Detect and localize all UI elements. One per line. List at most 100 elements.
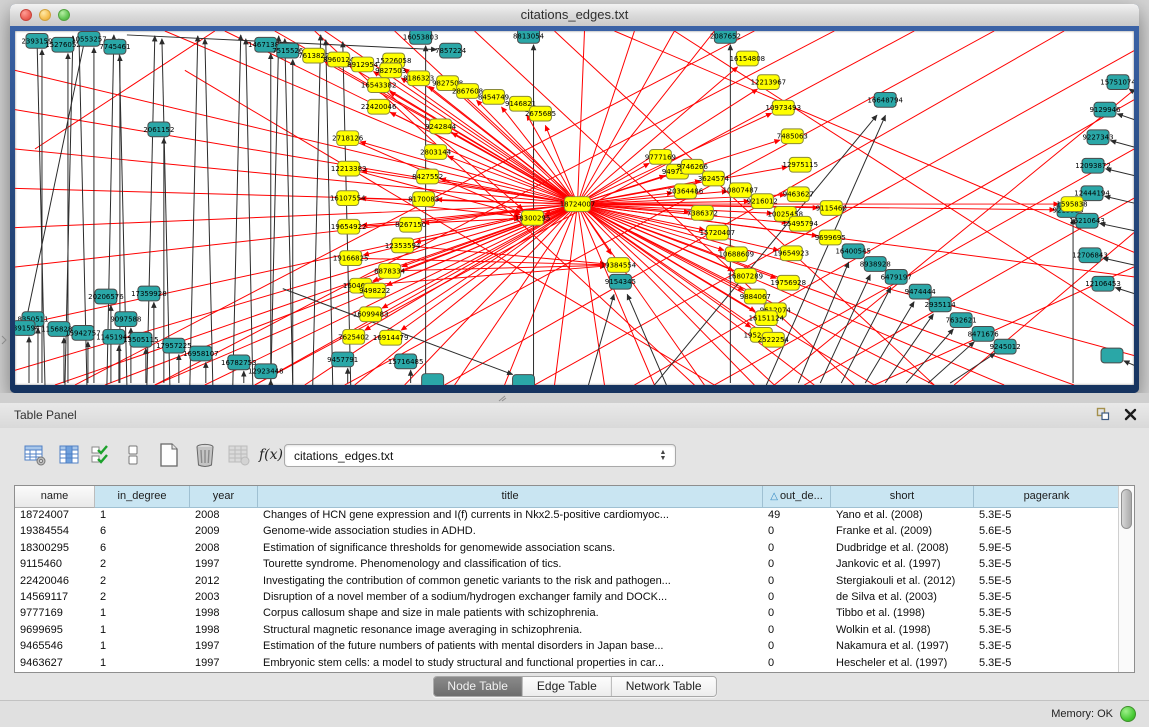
cell-out-de-[interactable]: 0	[763, 639, 831, 655]
table-column-select-icon[interactable]	[56, 442, 82, 468]
table-settings-icon[interactable]	[22, 442, 48, 468]
table-row[interactable]: 1938455462009Genome-wide association stu…	[15, 524, 1134, 540]
cell-year[interactable]: 2009	[190, 524, 258, 540]
network-graph[interactable]: 2393159152760521055325777454611467138875…	[15, 31, 1134, 385]
cell-title[interactable]: Embryonic stem cells: a model to study s…	[258, 656, 763, 672]
cell-short[interactable]: de Silva et al. (2003)	[831, 590, 974, 606]
column-header-title[interactable]: title	[258, 486, 763, 508]
scrollbar-thumb[interactable]	[1121, 489, 1132, 529]
cell-name[interactable]: 18724007	[15, 508, 95, 524]
splitter-grip-icon[interactable]	[497, 395, 507, 402]
cell-name[interactable]: 9465546	[15, 639, 95, 655]
cell-short[interactable]: Wolkin et al. (1998)	[831, 623, 974, 639]
cell-pagerank[interactable]: 5.9E-5	[974, 541, 1120, 557]
table-row[interactable]: 1872400712008Changes of HCN gene express…	[15, 508, 1134, 524]
float-panel-icon[interactable]	[1096, 407, 1110, 421]
cell-name[interactable]: 22420046	[15, 574, 95, 590]
memory-status-indicator[interactable]	[1120, 706, 1136, 722]
cell-title[interactable]: Estimation of the future numbers of pati…	[258, 639, 763, 655]
tab-node-table[interactable]: Node Table	[433, 677, 523, 696]
horizontal-splitter[interactable]	[0, 393, 1149, 403]
cell-title[interactable]: Investigating the contribution of common…	[258, 574, 763, 590]
column-header-short[interactable]: short	[831, 486, 974, 508]
cell-year[interactable]: 2012	[190, 574, 258, 590]
cell-in-degree[interactable]: 1	[95, 508, 190, 524]
cell-title[interactable]: Disruption of a novel member of a sodium…	[258, 590, 763, 606]
cell-in-degree[interactable]: 2	[95, 557, 190, 573]
cell-in-degree[interactable]: 1	[95, 623, 190, 639]
delete-table-icon[interactable]	[192, 442, 218, 468]
column-header-year[interactable]: year	[190, 486, 258, 508]
cell-short[interactable]: Yano et al. (2008)	[831, 508, 974, 524]
cell-pagerank[interactable]: 5.3E-5	[974, 557, 1120, 573]
cell-title[interactable]: Structural magnetic resonance image aver…	[258, 623, 763, 639]
cell-short[interactable]: Dudbridge et al. (2008)	[831, 541, 974, 557]
cell-pagerank[interactable]: 5.3E-5	[974, 623, 1120, 639]
cell-year[interactable]: 1997	[190, 656, 258, 672]
cell-in-degree[interactable]: 6	[95, 541, 190, 557]
cell-pagerank[interactable]: 5.3E-5	[974, 590, 1120, 606]
cell-year[interactable]: 1998	[190, 623, 258, 639]
cell-in-degree[interactable]: 6	[95, 524, 190, 540]
cell-title[interactable]: Changes of HCN gene expression and I(f) …	[258, 508, 763, 524]
cell-short[interactable]: Franke et al. (2009)	[831, 524, 974, 540]
cell-name[interactable]: 9115460	[15, 557, 95, 573]
close-panel-icon[interactable]	[1124, 408, 1137, 421]
cell-year[interactable]: 2003	[190, 590, 258, 606]
table-row[interactable]: 1456911722003Disruption of a novel membe…	[15, 590, 1134, 606]
vertical-scrollbar[interactable]	[1118, 486, 1134, 672]
cell-in-degree[interactable]: 1	[95, 639, 190, 655]
cell-name[interactable]: 9699695	[15, 623, 95, 639]
network-canvas[interactable]: 2393159152760521055325777454611467138875…	[15, 31, 1134, 385]
cell-pagerank[interactable]: 5.3E-5	[974, 639, 1120, 655]
cell-in-degree[interactable]: 1	[95, 656, 190, 672]
cell-out-de-[interactable]: 0	[763, 656, 831, 672]
cell-title[interactable]: Tourette syndrome. Phenomenology and cla…	[258, 557, 763, 573]
table-row[interactable]: 977716911998Corpus callosum shape and si…	[15, 606, 1134, 622]
cell-pagerank[interactable]: 5.5E-5	[974, 574, 1120, 590]
table-row[interactable]: 911546021997Tourette syndrome. Phenomeno…	[15, 557, 1134, 573]
cell-short[interactable]: Tibbo et al. (1998)	[831, 606, 974, 622]
cell-out-de-[interactable]: 0	[763, 623, 831, 639]
cell-pagerank[interactable]: 5.3E-5	[974, 606, 1120, 622]
cell-short[interactable]: Jankovic et al. (1997)	[831, 557, 974, 573]
cell-name[interactable]: 19384554	[15, 524, 95, 540]
column-pair-icon[interactable]	[120, 442, 146, 468]
cell-in-degree[interactable]: 1	[95, 606, 190, 622]
table-row[interactable]: 969969511998Structural magnetic resonanc…	[15, 623, 1134, 639]
cell-name[interactable]: 9777169	[15, 606, 95, 622]
cell-year[interactable]: 1998	[190, 606, 258, 622]
cell-pagerank[interactable]: 5.3E-5	[974, 508, 1120, 524]
cell-title[interactable]: Estimation of significance thresholds fo…	[258, 541, 763, 557]
table-row[interactable]: 946554611997Estimation of the future num…	[15, 639, 1134, 655]
column-header-out-de-[interactable]: △out_de...	[763, 486, 831, 508]
cell-short[interactable]: Stergiakouli et al. (2012)	[831, 574, 974, 590]
column-header-name[interactable]: name	[15, 486, 95, 508]
cell-title[interactable]: Corpus callosum shape and size in male p…	[258, 606, 763, 622]
cell-year[interactable]: 1997	[190, 557, 258, 573]
cell-short[interactable]: Nakamura et al. (1997)	[831, 639, 974, 655]
cell-out-de-[interactable]: 0	[763, 590, 831, 606]
cell-pagerank[interactable]: 5.6E-5	[974, 524, 1120, 540]
cell-year[interactable]: 2008	[190, 508, 258, 524]
graph-node-teal[interactable]	[513, 375, 535, 385]
cell-name[interactable]: 9463627	[15, 656, 95, 672]
function-builder-icon[interactable]: f(x)	[258, 442, 284, 468]
table-selector-dropdown[interactable]: citations_edges.txt ▲▼	[284, 444, 676, 467]
new-table-icon[interactable]	[156, 442, 182, 468]
graph-node-teal[interactable]	[422, 374, 444, 385]
table-row[interactable]: 946362711997Embryonic stem cells: a mode…	[15, 656, 1134, 672]
cell-name[interactable]: 18300295	[15, 541, 95, 557]
cell-out-de-[interactable]: 0	[763, 606, 831, 622]
window-titlebar[interactable]: citations_edges.txt	[10, 4, 1139, 27]
column-header-pagerank[interactable]: pagerank	[974, 486, 1120, 508]
cell-name[interactable]: 14569117	[15, 590, 95, 606]
tab-edge-table[interactable]: Edge Table	[523, 677, 612, 696]
cell-year[interactable]: 2008	[190, 541, 258, 557]
cell-in-degree[interactable]: 2	[95, 590, 190, 606]
tab-network-table[interactable]: Network Table	[612, 677, 716, 696]
cell-out-de-[interactable]: 0	[763, 557, 831, 573]
cell-out-de-[interactable]: 0	[763, 541, 831, 557]
cell-pagerank[interactable]: 5.3E-5	[974, 656, 1120, 672]
cell-out-de-[interactable]: 0	[763, 574, 831, 590]
